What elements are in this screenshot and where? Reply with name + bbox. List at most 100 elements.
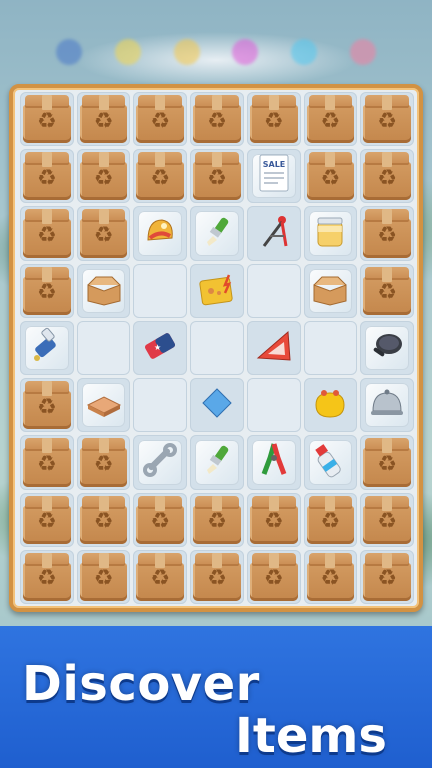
jar-icon	[310, 212, 350, 256]
board-cell-box[interactable]: ♻	[20, 149, 74, 204]
cardboard-box-icon: ♻	[363, 266, 411, 315]
helmet-icon	[140, 212, 180, 256]
board-cell-box[interactable]: ♻	[20, 263, 74, 318]
recycle-icon: ♻	[36, 394, 57, 420]
board-cell-box[interactable]: ♻	[246, 549, 301, 604]
board-cell-box[interactable]: ♻	[76, 206, 131, 261]
cardboard-box-icon: ♻	[79, 152, 128, 201]
board-cell-spray-bottle[interactable]	[303, 435, 358, 490]
recycle-icon: ♻	[207, 108, 227, 134]
board-cell-box[interactable]: ♻	[246, 92, 301, 147]
board-cell-wooden-block[interactable]	[76, 378, 131, 433]
recycle-icon: ♻	[320, 165, 341, 191]
paintbrush-green-icon	[197, 440, 237, 484]
board-cell-box[interactable]: ♻	[360, 206, 414, 261]
board-cell-box[interactable]: ♻	[360, 435, 414, 490]
frying-pan-icon	[367, 326, 407, 370]
recycle-icon: ♻	[377, 108, 398, 134]
recycle-icon: ♻	[320, 509, 341, 535]
board-cell-paintbrush-green[interactable]	[190, 206, 244, 261]
board-cell-box[interactable]: ♻	[360, 549, 414, 604]
board-cell-box[interactable]: ♻	[20, 549, 74, 604]
recycle-icon: ♻	[377, 165, 398, 191]
recycle-icon: ♻	[320, 566, 341, 592]
cardboard-box-icon: ♻	[363, 95, 411, 144]
board-cell-box[interactable]: ♻	[303, 549, 358, 604]
board-cell-box[interactable]: ♻	[190, 92, 244, 147]
board-cell-box[interactable]: ♻	[20, 206, 74, 261]
cardboard-box-icon: ♻	[193, 552, 241, 601]
board-cell-box[interactable]: ♻	[303, 92, 358, 147]
recycle-icon: ♻	[377, 280, 398, 306]
board-cell-receipt[interactable]: SALE	[246, 149, 301, 204]
board-cell-box[interactable]: ♻	[190, 492, 244, 547]
board-cell-open-box[interactable]	[76, 263, 131, 318]
board-cell-box[interactable]: ♻	[20, 92, 74, 147]
board-cell-box[interactable]: ♻	[20, 378, 74, 433]
board-cell-empty	[190, 320, 244, 376]
promo-title-line1: Discover	[22, 656, 260, 712]
board-cell-box[interactable]: ♻	[190, 149, 244, 204]
board-cell-box[interactable]: ♻	[76, 549, 131, 604]
board-cell-box[interactable]: ♻	[303, 492, 358, 547]
recycle-icon: ♻	[377, 509, 398, 535]
recycle-icon: ♻	[93, 108, 114, 134]
board-cell-box[interactable]: ♻	[20, 435, 74, 490]
board-cell-drafting-compass[interactable]	[246, 206, 301, 261]
gem-icon	[349, 39, 376, 65]
board-cell-flashlight[interactable]	[20, 320, 74, 376]
board-cell-blue-tile[interactable]	[190, 378, 244, 433]
board-cell-box[interactable]: ♻	[360, 92, 414, 147]
board-cell-box[interactable]: ♻	[76, 435, 131, 490]
cardboard-box-icon: ♻	[79, 209, 128, 258]
board-cell-box[interactable]: ♻	[303, 149, 358, 204]
board-cell-open-box[interactable]	[303, 263, 358, 318]
open-box-icon	[310, 271, 350, 311]
set-square-icon	[252, 326, 296, 370]
cardboard-box-icon: ♻	[306, 495, 355, 544]
board-cell-eraser[interactable]: ★	[133, 320, 188, 376]
board-cell-box[interactable]: ♻	[76, 92, 131, 147]
recycle-icon: ♻	[150, 509, 171, 535]
board-cell-box[interactable]: ♻	[360, 492, 414, 547]
board-cell-box[interactable]: ♻	[133, 549, 188, 604]
board-cell-box[interactable]: ♻	[360, 263, 414, 318]
board-cell-box[interactable]: ♻	[20, 492, 74, 547]
board-cell-coin-purse[interactable]	[303, 378, 358, 433]
cloche-icon	[367, 383, 407, 427]
recycle-icon: ♻	[377, 451, 398, 477]
board-cell-box[interactable]: ♻	[133, 149, 188, 204]
board-cell-frying-pan[interactable]	[360, 320, 414, 376]
board-cell-paintbrush-green[interactable]	[190, 435, 244, 490]
board-cell-box[interactable]: ♻	[246, 492, 301, 547]
receipt-icon: SALE	[254, 152, 294, 200]
board-cell-helmet[interactable]	[133, 206, 188, 261]
cardboard-box-icon: ♻	[23, 495, 71, 544]
board-cell-set-square[interactable]	[246, 320, 301, 376]
board-cell-jar[interactable]	[303, 206, 358, 261]
board-cell-box[interactable]: ♻	[76, 149, 131, 204]
board-cell-box[interactable]: ♻	[360, 149, 414, 204]
board-cell-box[interactable]: ♻	[190, 549, 244, 604]
cardboard-box-icon: ♻	[249, 552, 298, 601]
board-cell-pliers[interactable]	[246, 435, 301, 490]
cardboard-box-icon: ♻	[23, 381, 71, 430]
svg-text:★: ★	[154, 343, 161, 352]
wooden-block-icon	[84, 385, 124, 425]
board-cell-box[interactable]: ♻	[133, 92, 188, 147]
recycle-icon: ♻	[377, 566, 398, 592]
cardboard-box-icon: ♻	[136, 552, 185, 601]
wrench-icon	[140, 440, 180, 484]
board-cell-sketchbook[interactable]	[190, 263, 244, 318]
sketchbook-icon	[195, 269, 239, 313]
board-cell-cloche[interactable]	[360, 378, 414, 433]
cardboard-box-icon: ♻	[249, 95, 298, 144]
cardboard-box-icon: ♻	[136, 152, 185, 201]
cardboard-box-icon: ♻	[23, 266, 71, 315]
board-grid: ♻ ♻ ♻ ♻ ♻ ♻ ♻ ♻ ♻ ♻ ♻ SALE ♻ ♻ ♻ ♻ ♻ ♻ ♻ ★ ♻ ♻ ♻ ♻ ♻ ♻ ♻ ♻ ♻ ♻ ♻ ♻ ♻ ♻ ♻ ♻ ♻…	[20, 92, 414, 604]
board-cell-box[interactable]: ♻	[76, 492, 131, 547]
board-cell-wrench[interactable]	[133, 435, 188, 490]
blue-tile-icon	[197, 383, 237, 427]
cardboard-box-icon: ♻	[363, 552, 411, 601]
board-cell-box[interactable]: ♻	[133, 492, 188, 547]
